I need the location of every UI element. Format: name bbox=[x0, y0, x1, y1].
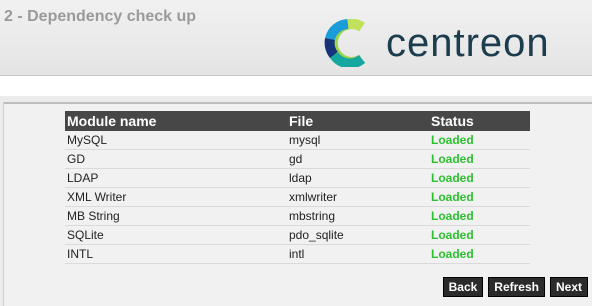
wizard-buttons: Back Refresh Next bbox=[442, 277, 588, 297]
centreon-logo: centreon bbox=[324, 19, 584, 67]
dependency-table: Module name File Status MySQL mysql Load… bbox=[65, 111, 530, 264]
status-cell: Loaded bbox=[429, 149, 530, 169]
refresh-button[interactable]: Refresh bbox=[488, 277, 545, 297]
table-row: LDAP ldap Loaded bbox=[65, 168, 530, 188]
file-cell: mysql bbox=[287, 131, 429, 150]
file-cell: mbstring bbox=[287, 206, 429, 226]
next-button[interactable]: Next bbox=[549, 277, 588, 297]
status-cell: Loaded bbox=[429, 131, 530, 150]
column-header-module-name: Module name bbox=[65, 111, 287, 131]
status-cell: Loaded bbox=[429, 168, 530, 188]
status-cell: Loaded bbox=[429, 244, 530, 264]
logo-text: centreon bbox=[386, 21, 550, 65]
module-name-cell: MySQL bbox=[65, 131, 287, 150]
status-cell: Loaded bbox=[429, 187, 530, 207]
module-name-cell: SQLite bbox=[65, 225, 287, 245]
file-cell: gd bbox=[287, 149, 429, 169]
table-row: MB String mbstring Loaded bbox=[65, 206, 530, 226]
header: 2 - Dependency check up centreon bbox=[0, 0, 592, 76]
content-panel: Module name File Status MySQL mysql Load… bbox=[3, 102, 592, 306]
file-cell: intl bbox=[287, 244, 429, 264]
status-cell: Loaded bbox=[429, 225, 530, 245]
column-header-file: File bbox=[287, 111, 429, 131]
file-cell: xmlwriter bbox=[287, 187, 429, 207]
table-row: MySQL mysql Loaded bbox=[65, 131, 530, 150]
status-cell: Loaded bbox=[429, 206, 530, 226]
table-header-row: Module name File Status bbox=[65, 111, 530, 131]
table-row: SQLite pdo_sqlite Loaded bbox=[65, 225, 530, 245]
module-name-cell: MB String bbox=[65, 206, 287, 226]
module-name-cell: XML Writer bbox=[65, 187, 287, 207]
module-name-cell: GD bbox=[65, 149, 287, 169]
module-name-cell: LDAP bbox=[65, 168, 287, 188]
centreon-logo-icon bbox=[324, 19, 366, 67]
module-name-cell: INTL bbox=[65, 244, 287, 264]
column-header-status: Status bbox=[429, 111, 530, 131]
file-cell: ldap bbox=[287, 168, 429, 188]
back-button[interactable]: Back bbox=[442, 277, 484, 297]
top-strip bbox=[0, 76, 592, 96]
file-cell: pdo_sqlite bbox=[287, 225, 429, 245]
table-row: XML Writer xmlwriter Loaded bbox=[65, 187, 530, 207]
table-row: GD gd Loaded bbox=[65, 149, 530, 169]
table-row: INTL intl Loaded bbox=[65, 244, 530, 264]
step-title: 2 - Dependency check up bbox=[4, 8, 197, 25]
